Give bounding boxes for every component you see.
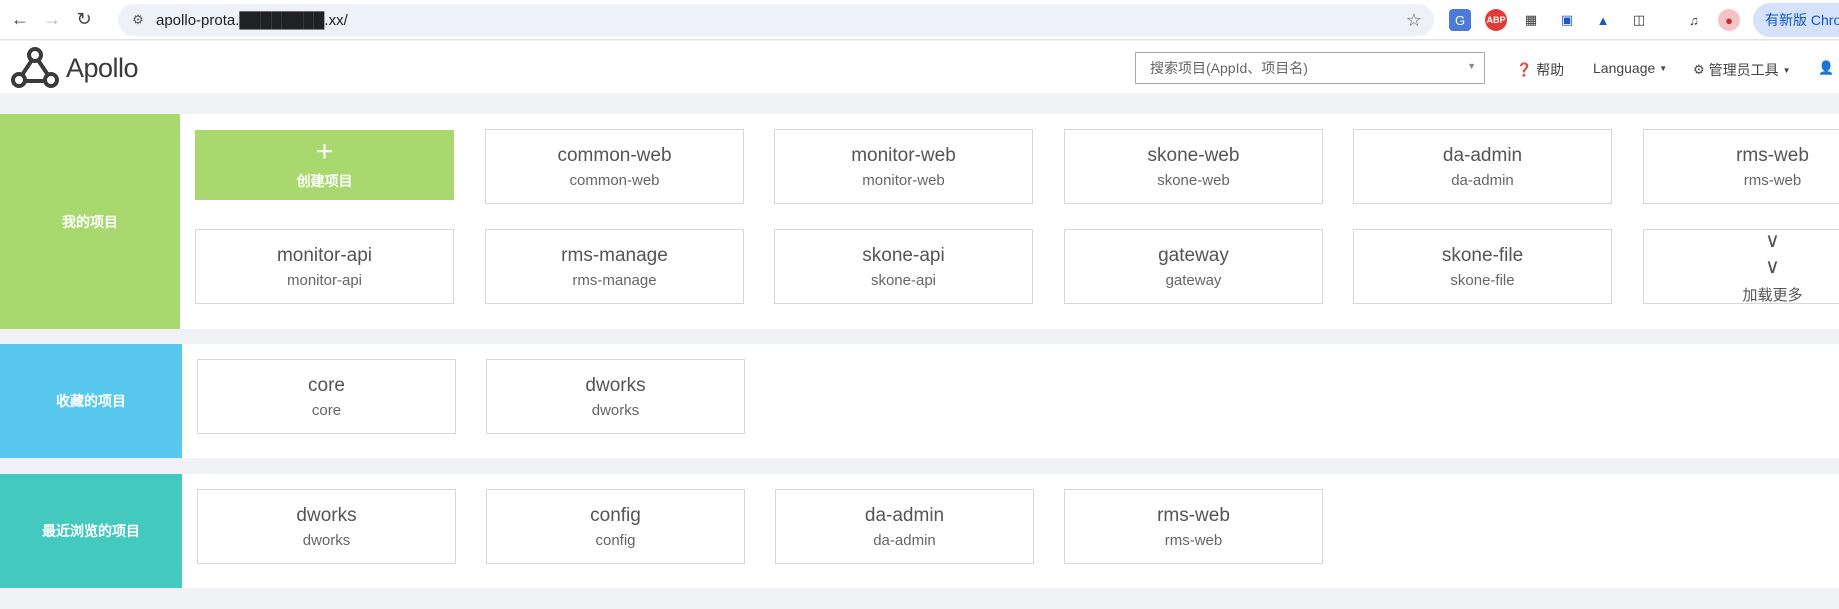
load-more-button[interactable]: ∨ ∨ 加载更多 — [1643, 229, 1839, 304]
user-menu[interactable]: 👤 — [1818, 60, 1838, 76]
admin-tools-label: 管理员工具 — [1708, 62, 1779, 78]
apollo-logo[interactable]: Apollo — [10, 46, 139, 90]
project-appid: dworks — [591, 402, 640, 419]
back-icon[interactable]: ← — [8, 8, 32, 32]
project-name: rms-web — [1736, 145, 1809, 166]
chrome-update-button[interactable]: 有新版 Chrome — [1753, 3, 1839, 37]
project-name: monitor-api — [276, 245, 373, 266]
url-text: apollo-prota.████████.xx/ — [156, 11, 348, 29]
project-appid: monitor-web — [862, 172, 945, 189]
recent-section: 最近浏览的项目 dworks dworks config config da-a… — [0, 474, 1839, 588]
favorites-section: 收藏的项目 core core dworks dworks — [0, 344, 1839, 458]
project-card[interactable]: config config — [486, 489, 745, 564]
chevron-down-icon: ▼ — [1467, 61, 1476, 71]
qr-code-extension-icon[interactable]: ▦ — [1520, 9, 1542, 31]
bookmark-star-icon[interactable]: ☆ — [1406, 10, 1422, 31]
project-appid: gateway — [1165, 272, 1222, 289]
project-name: dworks — [296, 505, 357, 526]
project-card[interactable]: rms-manage rms-manage — [485, 229, 744, 304]
question-circle-icon: ❓ — [1516, 62, 1533, 77]
gear-icon: ⚙ — [1693, 62, 1705, 77]
site-settings-icon[interactable]: ⚙ — [128, 10, 148, 30]
favorites-label: 收藏的项目 — [0, 344, 182, 458]
project-appid: rms-web — [1164, 532, 1223, 549]
translate-extension-icon[interactable]: G — [1449, 9, 1471, 31]
project-search-input[interactable]: 搜索项目(AppId、项目名) ▼ — [1135, 52, 1485, 84]
double-chevron-down-icon: ∨ ∨ — [1765, 230, 1780, 278]
project-appid: config — [595, 532, 636, 549]
search-placeholder: 搜索项目(AppId、项目名) — [1150, 60, 1308, 76]
create-project-button[interactable]: + 创建项目 — [195, 130, 454, 200]
language-dropdown[interactable]: Language ▼ — [1593, 60, 1667, 76]
adblock-extension-icon[interactable]: ABP — [1485, 9, 1507, 31]
project-card[interactable]: dworks dworks — [486, 359, 745, 434]
project-card[interactable]: skone-web skone-web — [1064, 129, 1323, 204]
project-name: common-web — [557, 145, 672, 166]
help-link[interactable]: ❓ 帮助 — [1516, 60, 1564, 80]
project-card[interactable]: dworks dworks — [197, 489, 456, 564]
apollo-logo-icon — [11, 47, 59, 88]
project-appid: rms-web — [1743, 172, 1802, 189]
profile-avatar-icon[interactable]: ● — [1718, 9, 1740, 31]
caret-down-icon: ▼ — [1659, 63, 1668, 73]
project-appid: da-admin — [873, 532, 936, 549]
project-appid: skone-file — [1450, 272, 1515, 289]
project-name: da-admin — [1442, 145, 1523, 166]
caret-down-icon: ▼ — [1782, 65, 1791, 75]
project-card[interactable]: skone-api skone-api — [774, 229, 1033, 304]
project-name: gateway — [1158, 245, 1229, 266]
drive-extension-icon[interactable]: ▲ — [1592, 9, 1614, 31]
load-more-label: 加载更多 — [1742, 287, 1803, 304]
project-card[interactable]: rms-web rms-web — [1064, 489, 1323, 564]
logo-text: Apollo — [66, 52, 139, 83]
admin-tools-dropdown[interactable]: ⚙ 管理员工具 ▼ — [1693, 60, 1791, 80]
project-appid: common-web — [569, 172, 660, 189]
create-project-label: 创建项目 — [296, 173, 353, 189]
project-card[interactable]: da-admin da-admin — [1353, 129, 1612, 204]
project-card[interactable]: monitor-web monitor-web — [774, 129, 1033, 204]
project-name: config — [590, 505, 641, 526]
project-name: core — [308, 375, 345, 396]
project-name: rms-web — [1157, 505, 1230, 526]
project-card[interactable]: monitor-api monitor-api — [195, 229, 454, 304]
project-name: da-admin — [864, 505, 945, 526]
project-appid: monitor-api — [286, 272, 363, 289]
screen-extension-icon[interactable]: ▣ — [1556, 9, 1578, 31]
recent-label: 最近浏览的项目 — [0, 474, 182, 588]
project-card[interactable]: gateway gateway — [1064, 229, 1323, 304]
project-card[interactable]: da-admin da-admin — [775, 489, 1034, 564]
address-bar[interactable]: ⚙ apollo-prota.████████.xx/ ☆ — [118, 4, 1434, 36]
plus-icon: + — [315, 135, 334, 168]
app-header: Apollo 搜索项目(AppId、项目名) ▼ ❓ 帮助 Language ▼… — [0, 41, 1839, 93]
project-card[interactable]: skone-file skone-file — [1353, 229, 1612, 304]
forward-icon[interactable]: → — [40, 8, 64, 32]
browser-toolbar: ← → ↻ ⚙ apollo-prota.████████.xx/ ☆ G AB… — [0, 0, 1839, 40]
reload-icon[interactable]: ↻ — [72, 8, 96, 32]
my-projects-section: 我的项目 + 创建项目 common-web common-web monito… — [0, 114, 1839, 329]
project-name: skone-file — [1441, 245, 1524, 266]
project-appid: core — [311, 402, 342, 419]
project-name: dworks — [585, 375, 646, 396]
help-label: 帮助 — [1536, 62, 1565, 78]
project-name: skone-web — [1147, 145, 1240, 166]
my-projects-label: 我的项目 — [0, 114, 180, 329]
project-card[interactable]: core core — [197, 359, 456, 434]
project-appid: skone-web — [1157, 172, 1230, 189]
project-name: skone-api — [862, 245, 945, 266]
project-appid: rms-manage — [572, 272, 657, 289]
user-icon: 👤 — [1818, 60, 1835, 75]
project-appid: da-admin — [1451, 172, 1514, 189]
extensions-puzzle-icon[interactable]: ◫ — [1628, 9, 1650, 31]
media-control-icon[interactable]: ♫ — [1683, 9, 1705, 31]
project-card[interactable]: rms-web rms-web — [1643, 129, 1839, 204]
language-label: Language — [1593, 60, 1656, 76]
project-name: monitor-web — [851, 145, 956, 166]
project-card[interactable]: common-web common-web — [485, 129, 744, 204]
project-name: rms-manage — [561, 245, 668, 266]
project-appid: dworks — [302, 532, 351, 549]
project-appid: skone-api — [870, 272, 937, 289]
